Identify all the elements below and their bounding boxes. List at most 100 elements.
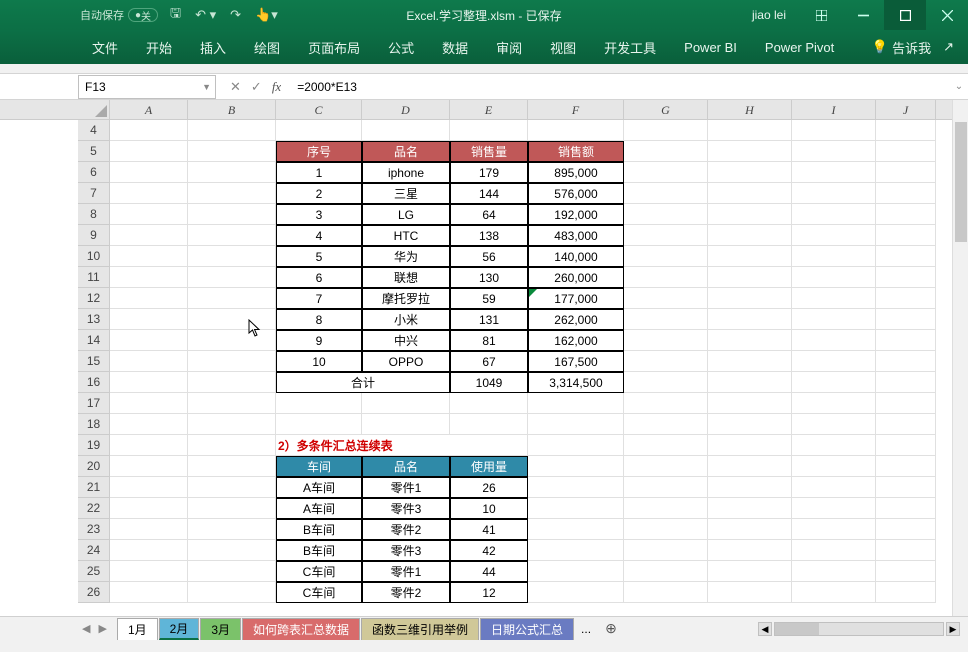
cell[interactable]	[188, 435, 276, 456]
cell[interactable]	[624, 435, 708, 456]
cell[interactable]: 销售量	[450, 141, 528, 162]
cell[interactable]: 131	[450, 309, 528, 330]
cell[interactable]	[708, 330, 792, 351]
row-header[interactable]: 19	[78, 435, 109, 456]
redo-icon[interactable]: ↷	[230, 7, 241, 23]
cell[interactable]	[110, 288, 188, 309]
cell[interactable]	[188, 372, 276, 393]
cell[interactable]: 零件3	[362, 540, 450, 561]
row-header[interactable]: 21	[78, 477, 109, 498]
cell[interactable]	[528, 477, 624, 498]
cell[interactable]	[450, 414, 528, 435]
fx-icon[interactable]: fx	[272, 79, 281, 95]
cell[interactable]: C车间	[276, 561, 362, 582]
cell[interactable]: C车间	[276, 582, 362, 603]
sheet-tab[interactable]: 2月	[159, 618, 200, 640]
cell[interactable]: 零件3	[362, 498, 450, 519]
column-header[interactable]: B	[188, 100, 276, 119]
cell[interactable]	[528, 519, 624, 540]
cell[interactable]: 41	[450, 519, 528, 540]
cell[interactable]	[624, 477, 708, 498]
cell[interactable]	[708, 204, 792, 225]
cell[interactable]: 138	[450, 225, 528, 246]
cell[interactable]	[876, 582, 936, 603]
cell[interactable]	[708, 414, 792, 435]
ribbon-tab[interactable]: 公式	[374, 30, 428, 64]
cell[interactable]	[188, 246, 276, 267]
cell[interactable]: 59	[450, 288, 528, 309]
cell[interactable]	[110, 225, 188, 246]
column-header[interactable]: H	[708, 100, 792, 119]
sheet-nav-next-icon[interactable]: ▶	[98, 622, 106, 635]
scroll-left-icon[interactable]: ◀	[758, 622, 772, 636]
cell[interactable]	[708, 498, 792, 519]
cell[interactable]	[110, 372, 188, 393]
column-header[interactable]: A	[110, 100, 188, 119]
cell[interactable]	[708, 561, 792, 582]
cell[interactable]	[792, 288, 876, 309]
cell[interactable]: 10	[450, 498, 528, 519]
cell[interactable]	[110, 498, 188, 519]
cell[interactable]: 摩托罗拉	[362, 288, 450, 309]
ribbon-tab[interactable]: 数据	[428, 30, 482, 64]
cell[interactable]: 5	[276, 246, 362, 267]
row-header[interactable]: 25	[78, 561, 109, 582]
cell[interactable]	[876, 540, 936, 561]
sheet-more[interactable]: ...	[575, 622, 597, 636]
cell[interactable]: 42	[450, 540, 528, 561]
cell[interactable]	[528, 414, 624, 435]
cell[interactable]	[876, 393, 936, 414]
cell[interactable]: 小米	[362, 309, 450, 330]
cell[interactable]	[876, 204, 936, 225]
cell[interactable]	[110, 393, 188, 414]
cell[interactable]: 67	[450, 351, 528, 372]
ribbon-tab[interactable]: 插入	[186, 30, 240, 64]
cell[interactable]	[876, 288, 936, 309]
autosave-toggle[interactable]: 自动保存 ● 关	[80, 7, 158, 23]
cell[interactable]	[792, 372, 876, 393]
cell[interactable]	[110, 330, 188, 351]
ribbon-tab[interactable]: 开始	[132, 30, 186, 64]
cell[interactable]	[708, 477, 792, 498]
row-header[interactable]: 6	[78, 162, 109, 183]
ribbon-tab[interactable]: 开发工具	[590, 30, 670, 64]
cell[interactable]: 162,000	[528, 330, 624, 351]
cell[interactable]	[708, 435, 792, 456]
cell[interactable]	[110, 141, 188, 162]
cell[interactable]	[276, 393, 362, 414]
sheet-tab[interactable]: 如何跨表汇总数据	[242, 618, 360, 640]
cell[interactable]: 64	[450, 204, 528, 225]
cell[interactable]	[708, 372, 792, 393]
cell[interactable]	[188, 120, 276, 141]
name-box[interactable]: F13▼	[78, 75, 216, 99]
cell[interactable]	[110, 414, 188, 435]
cell[interactable]	[876, 267, 936, 288]
cell[interactable]: 260,000	[528, 267, 624, 288]
cell[interactable]	[110, 183, 188, 204]
cell[interactable]	[624, 120, 708, 141]
cell[interactable]	[624, 267, 708, 288]
tell-me[interactable]: 💡 告诉我	[872, 38, 931, 57]
cell[interactable]: 192,000	[528, 204, 624, 225]
cell[interactable]	[708, 540, 792, 561]
cell[interactable]	[708, 162, 792, 183]
cell[interactable]	[792, 183, 876, 204]
cell[interactable]	[188, 204, 276, 225]
cell[interactable]	[624, 204, 708, 225]
cell[interactable]: 销售额	[528, 141, 624, 162]
row-header[interactable]: 15	[78, 351, 109, 372]
ribbon-tab[interactable]: 视图	[536, 30, 590, 64]
cell[interactable]	[528, 498, 624, 519]
column-header[interactable]: D	[362, 100, 450, 119]
row-header[interactable]: 16	[78, 372, 109, 393]
cell[interactable]	[708, 267, 792, 288]
cell[interactable]: A车间	[276, 477, 362, 498]
column-header[interactable]: E	[450, 100, 528, 119]
cell[interactable]	[624, 540, 708, 561]
cell[interactable]	[362, 120, 450, 141]
cell[interactable]: 7	[276, 288, 362, 309]
cell[interactable]	[110, 120, 188, 141]
cell[interactable]: 3,314,500	[528, 372, 624, 393]
touch-mode-icon[interactable]: 👆▾	[255, 7, 278, 23]
cell[interactable]: 合计	[276, 372, 450, 393]
